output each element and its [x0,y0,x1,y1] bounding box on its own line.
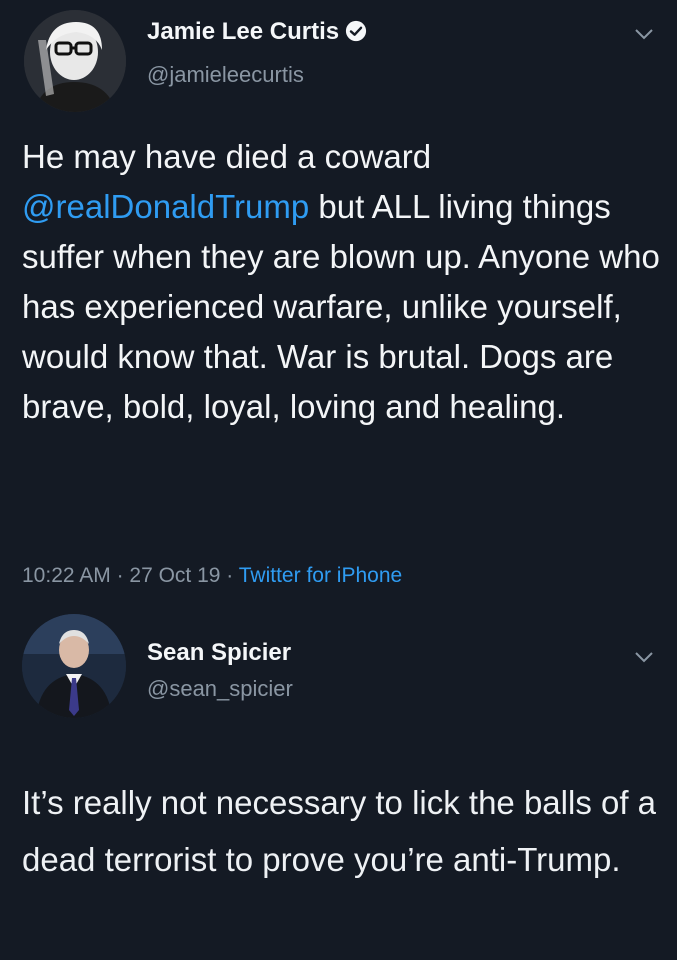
avatar-portrait [22,614,126,718]
tweet-time[interactable]: 10:22 AM [22,564,111,587]
tweet-text: It’s really not necessary to lick the ba… [22,784,657,878]
author-handle[interactable]: @sean_spicier [147,676,293,702]
avatar[interactable] [22,614,126,718]
author-name[interactable]: Sean Spicier [147,639,291,667]
tweet-meta: 10:22 AM · 27 Oct 19 · Twitter for iPhon… [22,564,402,588]
tweet-date[interactable]: 27 Oct 19 [129,564,220,587]
mention-link[interactable]: @realDonaldTrump [22,188,309,225]
tweet-jamie-lee-curtis[interactable]: Jamie Lee Curtis @jamieleecurtis He may … [0,0,677,610]
chevron-down-icon[interactable] [633,27,655,41]
verified-badge-icon [346,20,367,42]
tweet-source[interactable]: Twitter for iPhone [239,564,402,587]
meta-separator: · [220,564,239,587]
tweet-text-part: He may have died a coward [22,138,432,175]
avatar-portrait [24,10,126,112]
meta-separator: · [110,564,130,587]
author-handle[interactable]: @jamieleecurtis [147,62,304,88]
tweet-text: He may have died a coward @realDonaldTru… [22,132,662,432]
chevron-down-icon[interactable] [633,650,655,664]
avatar[interactable] [24,10,126,112]
tweet-sean-spicier[interactable]: Sean Spicier @sean_spicier It’s really n… [0,610,677,960]
author-name-text[interactable]: Jamie Lee Curtis [147,18,339,45]
author-name[interactable]: Jamie Lee Curtis [147,18,367,46]
